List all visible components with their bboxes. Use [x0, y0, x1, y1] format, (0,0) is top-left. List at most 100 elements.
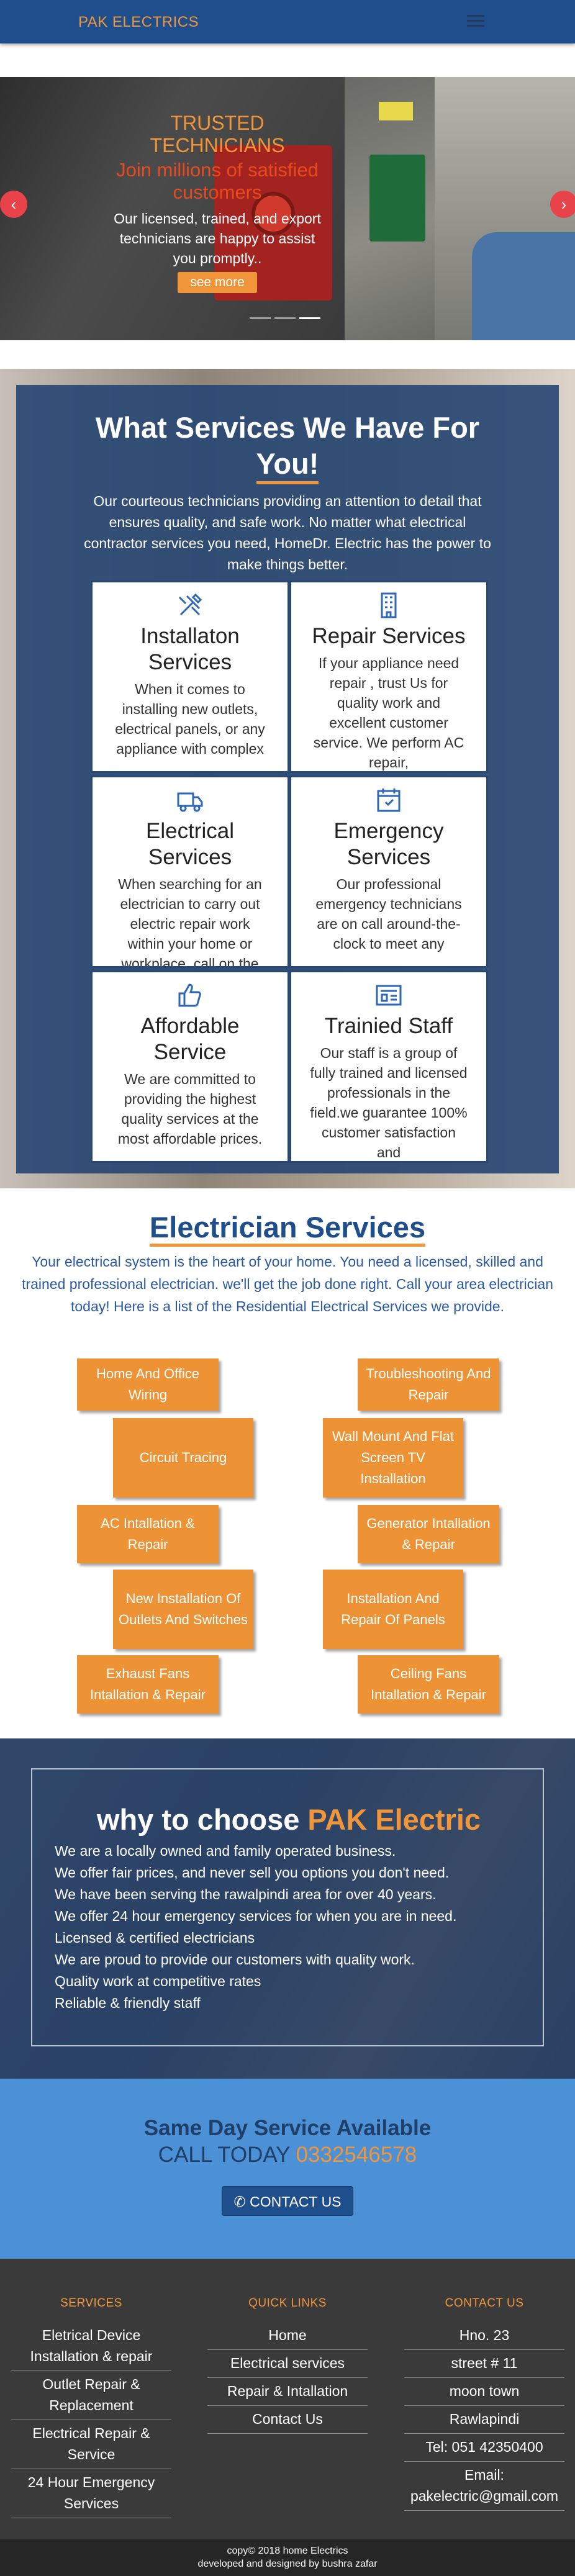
service-card-title: Trainied Staff — [324, 1014, 453, 1038]
hero-image-label — [379, 102, 413, 120]
footer-service-item[interactable]: Eletrical Device Installation & repair — [11, 2322, 171, 2371]
why-choose-item: We are a locally owned and family operat… — [55, 1843, 396, 1859]
electrician-service-button[interactable]: Home And Office Wiring — [77, 1358, 219, 1411]
footer: SERVICES Eletrical Device Installation &… — [0, 2259, 575, 2539]
services-section: What Services We Have For You! Our court… — [0, 369, 575, 1188]
credit-text: developed and designed by bushra zafar — [197, 2559, 378, 2569]
footer-service-item[interactable]: Electrical Repair & Service — [11, 2420, 171, 2469]
footer-link[interactable]: Home — [207, 2322, 368, 2350]
electrician-service-button[interactable]: Wall Mount And Flat Screen TV Installati… — [323, 1418, 463, 1498]
hero-carousel: TRUSTED TECHNICIANS Join millions of sat… — [0, 77, 575, 340]
electrician-service-button[interactable]: Troubleshooting And Repair — [358, 1358, 499, 1411]
same-day-title: Same Day Service Available — [143, 2116, 432, 2140]
footer-link[interactable]: Electrical services — [207, 2350, 368, 2378]
service-card: Installaton Services When it comes to ins… — [91, 581, 289, 773]
carousel-prev-arrow-icon[interactable]: ‹ — [0, 191, 27, 218]
footer-link[interactable]: Repair & Intallation — [207, 2378, 368, 2406]
electrician-service-button[interactable]: Installation And Repair Of Panels — [323, 1570, 463, 1649]
why-choose-item: Quality work at competitive rates — [55, 1973, 261, 1989]
thumbs-up-icon — [174, 980, 206, 1010]
electrician-service-button[interactable]: AC Intallation & Repair — [77, 1505, 219, 1563]
why-choose-list: We are a locally owned and family operat… — [55, 1840, 456, 2014]
footer-contact-item: street # 11 — [404, 2350, 564, 2378]
hero-caption: TRUSTED TECHNICIANS Join millions of sat… — [112, 112, 323, 293]
footer-service-item[interactable]: 24 Hour Emergency Services — [11, 2469, 171, 2518]
electrician-services-title: Electrician Services — [0, 1209, 575, 1247]
service-card: Trainied Staff Our staff is a group of fu… — [289, 970, 488, 1163]
phone-icon: ✆ — [233, 2194, 246, 2210]
why-choose-item: We are proud to provide our customers wi… — [55, 1951, 415, 1968]
why-choose-item: We have been serving the rawalpindi area… — [55, 1886, 437, 1902]
call-today-label: CALL TODAY — [158, 2143, 290, 2167]
footer-link[interactable]: Contact Us — [207, 2406, 368, 2434]
services-title: What Services We Have For You! — [16, 410, 559, 484]
footer-services-heading: SERVICES — [60, 2297, 122, 2310]
see-more-button[interactable]: see more — [178, 272, 257, 293]
hero-image-push-button — [369, 155, 425, 242]
contact-us-button-label: CONTACT US — [250, 2194, 342, 2210]
carousel-indicators — [250, 317, 320, 319]
electrician-service-button[interactable]: Ceiling Fans Intallation & Repair — [358, 1655, 499, 1714]
services-title-line1: What Services We Have For — [95, 411, 480, 444]
why-choose-item: We offer fair prices, and never sell you… — [55, 1864, 450, 1881]
same-day-section: Same Day Service Available CALL TODAY 03… — [0, 2079, 575, 2259]
service-card-title: Installaton Services — [140, 624, 240, 674]
electrician-service-button[interactable]: Exhaust Fans Intallation & Repair — [77, 1655, 219, 1714]
service-card-text: When it comes to installing new outlets,… — [115, 681, 265, 757]
footer-links-heading: QUICK LINKS — [248, 2297, 327, 2310]
footer-links-column: QUICK LINKS Home Electrical services Repai… — [207, 2296, 368, 2434]
hero-text: Our licensed, trained, and export techni… — [114, 210, 321, 266]
why-choose-box: why to choose PAK Electric We are a loca… — [31, 1768, 544, 2046]
calendar-icon — [373, 785, 404, 815]
why-choose-section: why to choose PAK Electric We are a loca… — [0, 1738, 575, 2079]
brand-link[interactable]: PAK ELECTRICS — [78, 14, 199, 31]
why-choose-title: why to choose PAK Electric — [32, 1802, 545, 1838]
service-card-text: When searching for an electrician to car… — [118, 876, 262, 968]
electrician-services-title-text: Electrician Services — [149, 1211, 426, 1247]
why-choose-title-prefix: why to choose — [96, 1803, 300, 1836]
service-card-text: If your appliance need repair , trust Us… — [313, 655, 464, 771]
menu-toggle-icon[interactable] — [467, 12, 484, 30]
building-icon — [373, 590, 404, 620]
why-choose-title-accent: PAK Electric — [307, 1803, 481, 1836]
footer-contact-item: Hno. 23 — [404, 2322, 564, 2350]
hero-image-hand — [472, 232, 575, 340]
services-title-line2: You! — [256, 447, 319, 484]
carousel-indicator[interactable] — [274, 317, 296, 319]
truck-icon — [174, 785, 206, 815]
service-card: Repair Services If your appliance need re… — [289, 581, 488, 773]
electrician-service-button[interactable]: New Installation Of Outlets And Switches — [113, 1570, 253, 1649]
copyright-text: copy© 2018 home Electrics — [227, 2546, 348, 2556]
hero-title: TRUSTED TECHNICIANS — [150, 112, 285, 156]
service-card-text: We are committed to providing the highes… — [117, 1071, 263, 1147]
footer-contact-heading: CONTACT US — [445, 2297, 524, 2310]
service-card: Electrical Services When searching for an… — [91, 775, 289, 968]
footer-service-item[interactable]: Outlet Repair & Replacement — [11, 2371, 171, 2420]
service-card-title: Emergency Services — [333, 819, 444, 869]
why-choose-item: Licensed & certified electricians — [55, 1930, 255, 1946]
electrician-services-description: Your electrical system is the heart of y… — [22, 1254, 553, 1314]
service-card-title: Electrical Services — [146, 819, 234, 869]
electrician-service-button[interactable]: Circuit Tracing — [113, 1418, 253, 1498]
service-card-text: Our staff is a group of fully trained an… — [310, 1045, 468, 1160]
call-today: CALL TODAY 0332546578 — [0, 2141, 575, 2169]
service-card-title: Repair Services — [312, 624, 466, 648]
why-choose-item: Reliable & friendly staff — [55, 1995, 201, 2011]
service-card-text: Our professional emergency technicians a… — [315, 876, 462, 952]
footer-contact-item: Email: pakelectric@gmail.com — [404, 2462, 564, 2511]
footer-contact-item: Rawlapindi — [404, 2406, 564, 2434]
hammer-wrench-icon — [174, 590, 206, 620]
contact-us-button[interactable]: ✆ CONTACT US — [222, 2186, 353, 2216]
footer-services-column: SERVICES Eletrical Device Installation &… — [11, 2296, 171, 2518]
carousel-next-arrow-icon[interactable]: › — [550, 191, 575, 218]
carousel-indicator[interactable] — [299, 317, 320, 319]
why-choose-item: We offer 24 hour emergency services for … — [55, 1908, 457, 1924]
carousel-indicator[interactable] — [250, 317, 271, 319]
service-card: Emergency Services Our professional emerg… — [289, 775, 488, 968]
navbar: PAK ELECTRICS — [0, 0, 575, 43]
call-today-phone[interactable]: 0332546578 — [296, 2143, 417, 2167]
services-panel: What Services We Have For You! Our court… — [16, 385, 559, 1173]
id-card-icon — [373, 980, 404, 1010]
services-description: Our courteous technicians providing an a… — [84, 493, 491, 572]
electrician-service-button[interactable]: Generator Intallation & Repair — [358, 1505, 499, 1563]
